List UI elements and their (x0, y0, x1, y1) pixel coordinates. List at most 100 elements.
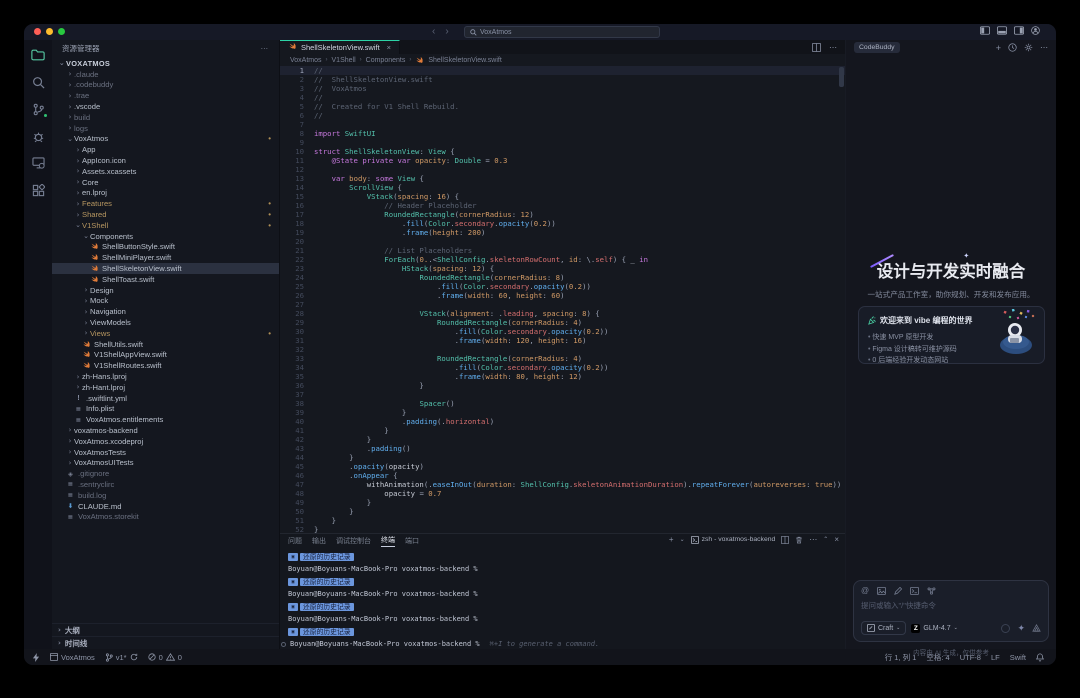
split-editor-icon[interactable] (812, 43, 821, 52)
search-view-icon[interactable] (30, 74, 46, 90)
tree-item[interactable]: ≣VoxAtmos.entitlements (52, 414, 279, 425)
terminal-session-chip[interactable]: zsh - voxatmos-backend (691, 536, 776, 544)
edit-icon[interactable] (894, 587, 902, 595)
maximize-window-button[interactable] (58, 28, 65, 35)
code-line[interactable]: 12 (280, 165, 845, 174)
code-line[interactable]: 22 ForEach(0..<ShellConfig.skeletonRowCo… (280, 255, 845, 264)
code-line[interactable]: 7 (280, 120, 845, 129)
code-line[interactable]: 48 opacity = 0.7 (280, 489, 845, 498)
sidebar-more-icon[interactable]: ⋯ (261, 44, 270, 53)
code-line[interactable]: 14 ScrollView { (280, 183, 845, 192)
history-forward-icon[interactable]: › (445, 26, 448, 38)
tree-item[interactable]: ShellToast.swift (52, 274, 279, 285)
tree-item[interactable]: ≣.sentryclirc (52, 479, 279, 490)
account-icon[interactable] (1031, 26, 1040, 35)
tree-item[interactable]: ›Views• (52, 328, 279, 339)
tree-item[interactable]: ›zh-Hant.lproj (52, 382, 279, 393)
tree-item[interactable]: ⌄V1Shell• (52, 220, 279, 231)
chat-input-box[interactable]: @ 提问或输入"/"快捷命令 Craft ⌄ (853, 580, 1049, 642)
editor-more-icon[interactable]: ⋯ (829, 43, 837, 52)
tree-item[interactable]: ›Features• (52, 198, 279, 209)
terminal-command-icon[interactable] (910, 587, 919, 595)
tree-item[interactable]: ⌄Components (52, 231, 279, 242)
code-line[interactable]: 34 .fill(Color.secondary.opacity(0.2)) (280, 363, 845, 372)
tree-item[interactable]: ⌄VoxAtmos• (52, 134, 279, 145)
prism-icon[interactable] (1032, 624, 1041, 632)
code-line[interactable]: 1// (280, 66, 845, 75)
tree-item[interactable]: ≣build.log (52, 490, 279, 501)
code-line[interactable]: 19 .frame(height: 200) (280, 228, 845, 237)
tree-item[interactable]: ›Design (52, 285, 279, 296)
panel-tab-问题[interactable]: 问题 (288, 536, 302, 546)
command-center-search[interactable]: VoxAtmos (464, 26, 660, 38)
code-line[interactable]: 31 .frame(width: 120, height: 16) (280, 336, 845, 345)
code-line[interactable]: 8import SwiftUI (280, 129, 845, 138)
panel-tab-输出[interactable]: 输出 (312, 536, 326, 546)
terminal-dropdown-icon[interactable]: ⌄ (680, 536, 685, 543)
tree-item[interactable]: ›.claude (52, 69, 279, 80)
code-line[interactable]: 40 .padding(.horizontal) (280, 417, 845, 426)
new-chat-icon[interactable]: + (996, 43, 1001, 53)
source-control-icon[interactable] (30, 101, 46, 117)
breadcrumb[interactable]: VoxAtmos›V1Shell›Components›ShellSkeleto… (280, 54, 845, 66)
terminal-current-prompt[interactable]: Boyuan@Boyuans-MacBook-Pro voxatmos-back… (288, 639, 845, 649)
tree-item[interactable]: ›logs (52, 123, 279, 134)
remote-explorer-icon[interactable] (30, 155, 46, 171)
code-line[interactable]: 17 RoundedRectangle(cornerRadius: 12) (280, 210, 845, 219)
tree-item[interactable]: ›ViewModels (52, 317, 279, 328)
gear-icon[interactable] (1024, 43, 1033, 52)
panel-more-icon[interactable]: ⋯ (809, 535, 817, 544)
code-line[interactable]: 35 .frame(width: 80, height: 12) (280, 372, 845, 381)
breadcrumb-item[interactable]: V1Shell (332, 57, 356, 64)
tree-item[interactable]: ›.trae (52, 90, 279, 101)
close-window-button[interactable] (34, 28, 41, 35)
minimize-window-button[interactable] (46, 28, 53, 35)
tree-item[interactable]: ›Navigation (52, 306, 279, 317)
codebuddy-tab[interactable]: CodeBuddy (854, 42, 900, 53)
tree-item[interactable]: ◈.gitignore (52, 468, 279, 479)
tree-item[interactable]: ›en.lproj (52, 188, 279, 199)
tree-item[interactable]: ›Core (52, 177, 279, 188)
code-line[interactable]: 15 VStack(spacing: 16) { (280, 192, 845, 201)
code-line[interactable]: 45 .opacity(opacity) (280, 462, 845, 471)
run-debug-icon[interactable] (30, 128, 46, 144)
code-line[interactable]: 44 } (280, 453, 845, 462)
code-line[interactable]: 21 // List Placeholders (280, 246, 845, 255)
code-line[interactable]: 13 var body: some View { (280, 174, 845, 183)
code-line[interactable]: 47 withAnimation(.easeInOut(duration: Sh… (280, 480, 845, 489)
code-line[interactable]: 39 } (280, 408, 845, 417)
terminal-output[interactable]: ▣还原的历史记录Boyuan@Boyuans-MacBook-Pro voxat… (280, 547, 845, 649)
tree-item[interactable]: V1ShellRoutes.swift (52, 360, 279, 371)
history-back-icon[interactable]: ‹ (432, 26, 435, 38)
code-line[interactable]: 23 HStack(spacing: 12) { (280, 264, 845, 273)
code-line[interactable]: 24 RoundedRectangle(cornerRadius: 8) (280, 273, 845, 282)
code-line[interactable]: 38 Spacer() (280, 399, 845, 408)
tree-item[interactable]: ›voxatmos-backend (52, 425, 279, 436)
tree-item[interactable]: ≣Info.plist (52, 404, 279, 415)
code-line[interactable]: 2// ShellSkeletonView.swift (280, 75, 845, 84)
tree-item[interactable]: !.swiftlint.yml (52, 393, 279, 404)
tree-item[interactable]: ›VoxAtmos.xcodeproj (52, 436, 279, 447)
tree-item[interactable]: ≣VoxAtmos.storekit (52, 511, 279, 522)
code-line[interactable]: 37 (280, 390, 845, 399)
breadcrumb-item[interactable]: Components (366, 57, 406, 64)
code-line[interactable]: 16 // Header Placeholder (280, 201, 845, 210)
tree-item[interactable]: ›Assets.xcassets (52, 166, 279, 177)
panel-tab-调试控制台[interactable]: 调试控制台 (336, 536, 371, 546)
project-indicator[interactable]: VoxAtmos (50, 653, 95, 662)
panel-tab-端口[interactable]: 端口 (405, 536, 419, 546)
code-line[interactable]: 18 .fill(Color.secondary.opacity(0.2)) (280, 219, 845, 228)
extensions-icon[interactable] (30, 182, 46, 198)
breadcrumb-item[interactable]: ShellSkeletonView.swift (428, 57, 501, 64)
mode-selector[interactable]: Craft ⌄ (861, 621, 906, 635)
tree-item[interactable]: ›build (52, 112, 279, 123)
code-editor[interactable]: 1//2// ShellSkeletonView.swift3// VoxAtm… (280, 66, 845, 533)
panel-tab-终端[interactable]: 终端 (381, 535, 395, 547)
tree-item[interactable]: ShellUtils.swift (52, 339, 279, 350)
code-line[interactable]: 28 VStack(alignment: .leading, spacing: … (280, 309, 845, 318)
code-line[interactable]: 32 (280, 345, 845, 354)
trash-icon[interactable] (795, 536, 803, 544)
tree-item[interactable]: ShellSkeletonView.swift (52, 263, 279, 274)
code-line[interactable]: 6// (280, 111, 845, 120)
code-line[interactable]: 25 .fill(Color.secondary.opacity(0.2)) (280, 282, 845, 291)
